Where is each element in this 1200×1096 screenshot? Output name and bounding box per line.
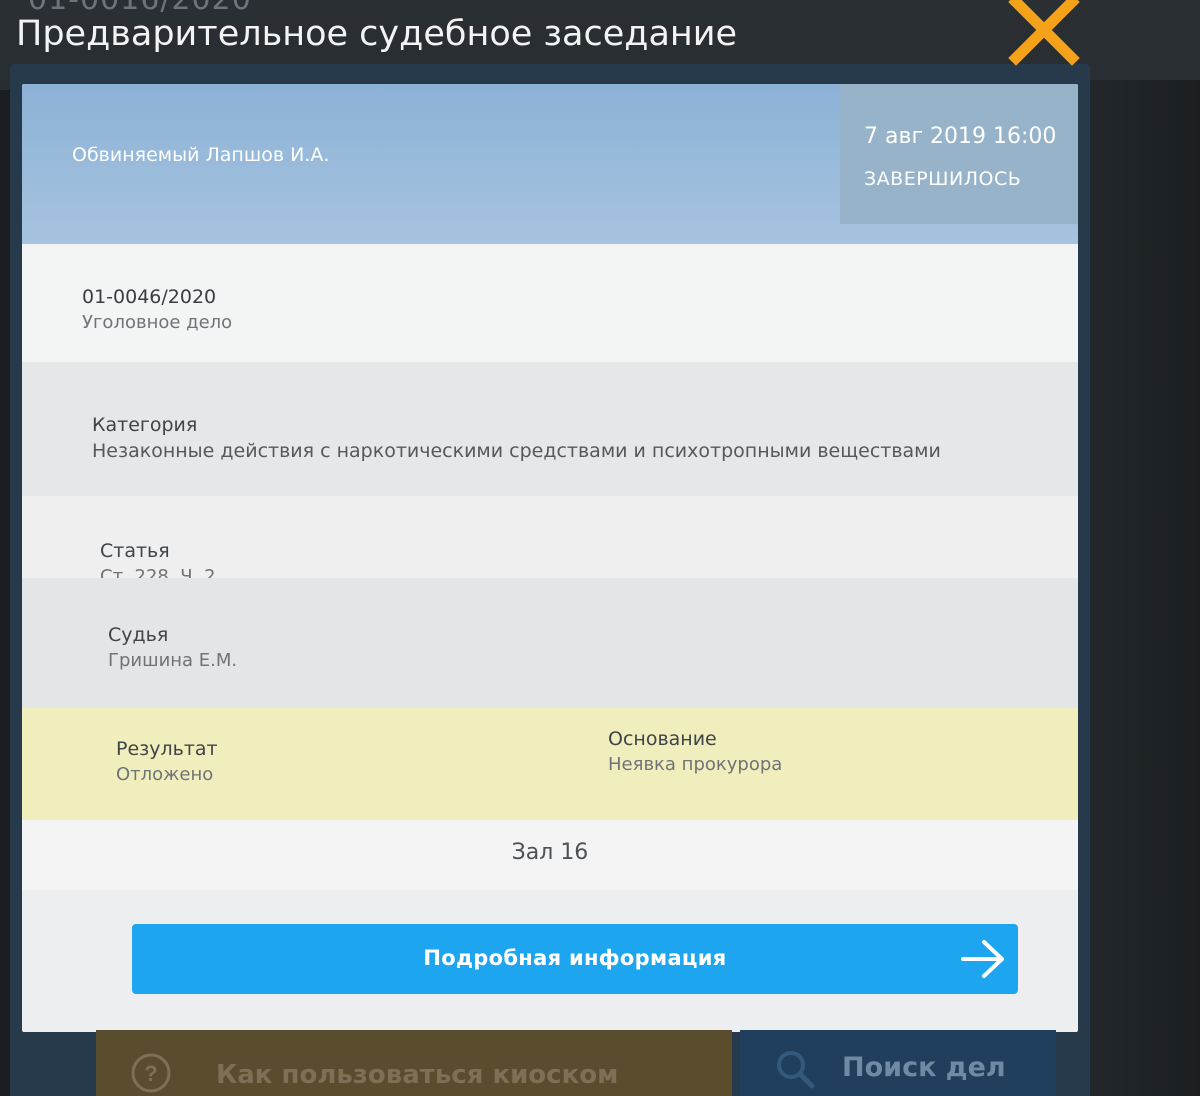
judge-row: Судья Гришина Е.М. <box>22 578 1078 708</box>
hearing-datetime: 7 авг 2019 16:00 <box>864 124 1057 149</box>
case-search-button[interactable]: Поиск дел <box>740 1030 1056 1096</box>
svg-text:?: ? <box>144 1061 157 1086</box>
close-icon[interactable] <box>1006 0 1082 68</box>
result-value: Отложено <box>116 764 214 785</box>
hall-number: Зал 16 <box>511 840 589 865</box>
search-icon <box>774 1048 816 1090</box>
case-number-row: 01-0046/2020 Уголовное дело <box>22 244 1078 362</box>
hall-row: Зал 16 <box>22 820 1078 890</box>
kiosk-help-button[interactable]: ? Как пользоваться киоском <box>96 1030 732 1096</box>
category-label: Категория <box>92 414 198 436</box>
defendant-name: Обвиняемый Лапшов И.А. <box>72 144 330 166</box>
hearing-card: Обвиняемый Лапшов И.А. 7 авг 2019 16:00 … <box>22 84 1078 1032</box>
category-value: Незаконные действия с наркотическими сре… <box>92 440 941 462</box>
reason-value: Неявка прокурора <box>608 754 783 775</box>
help-icon: ? <box>130 1052 172 1094</box>
side-shadow-right <box>1078 80 1200 1096</box>
detail-info-button[interactable]: Подробная информация <box>132 924 1018 994</box>
date-status-box: 7 авг 2019 16:00 ЗАВЕРШИЛОСЬ <box>840 84 1078 224</box>
case-number: 01-0046/2020 <box>82 286 217 308</box>
case-search-label: Поиск дел <box>842 1052 1006 1083</box>
article-row: Статья Ст. 228, Ч. 2 <box>22 496 1078 587</box>
card-header: Обвиняемый Лапшов И.А. 7 авг 2019 16:00 … <box>22 84 1078 244</box>
category-row: Категория Незаконные действия с наркотич… <box>22 362 1078 496</box>
result-block: Результат Отложено <box>116 738 218 785</box>
judge-value: Гришина Е.М. <box>108 650 238 671</box>
status-badge: ЗАВЕРШИЛОСЬ <box>864 168 1022 190</box>
result-row: Результат Отложено Основание Неявка прок… <box>22 708 1078 820</box>
detail-info-label: Подробная информация <box>423 946 727 970</box>
reason-label: Основание <box>608 728 717 750</box>
judge-label: Судья <box>108 624 169 646</box>
case-type: Уголовное дело <box>82 312 233 333</box>
result-label: Результат <box>116 738 218 760</box>
dialog-title: Предварительное судебное заседание <box>16 14 738 54</box>
arrow-right-icon <box>960 937 1006 981</box>
kiosk-screen: 01-0016/2020 Предварительное судебное за… <box>0 0 1200 1096</box>
article-label: Статья <box>100 540 170 562</box>
kiosk-help-label: Как пользоваться киоском <box>216 1060 619 1090</box>
reason-block: Основание Неявка прокурора <box>608 728 782 775</box>
